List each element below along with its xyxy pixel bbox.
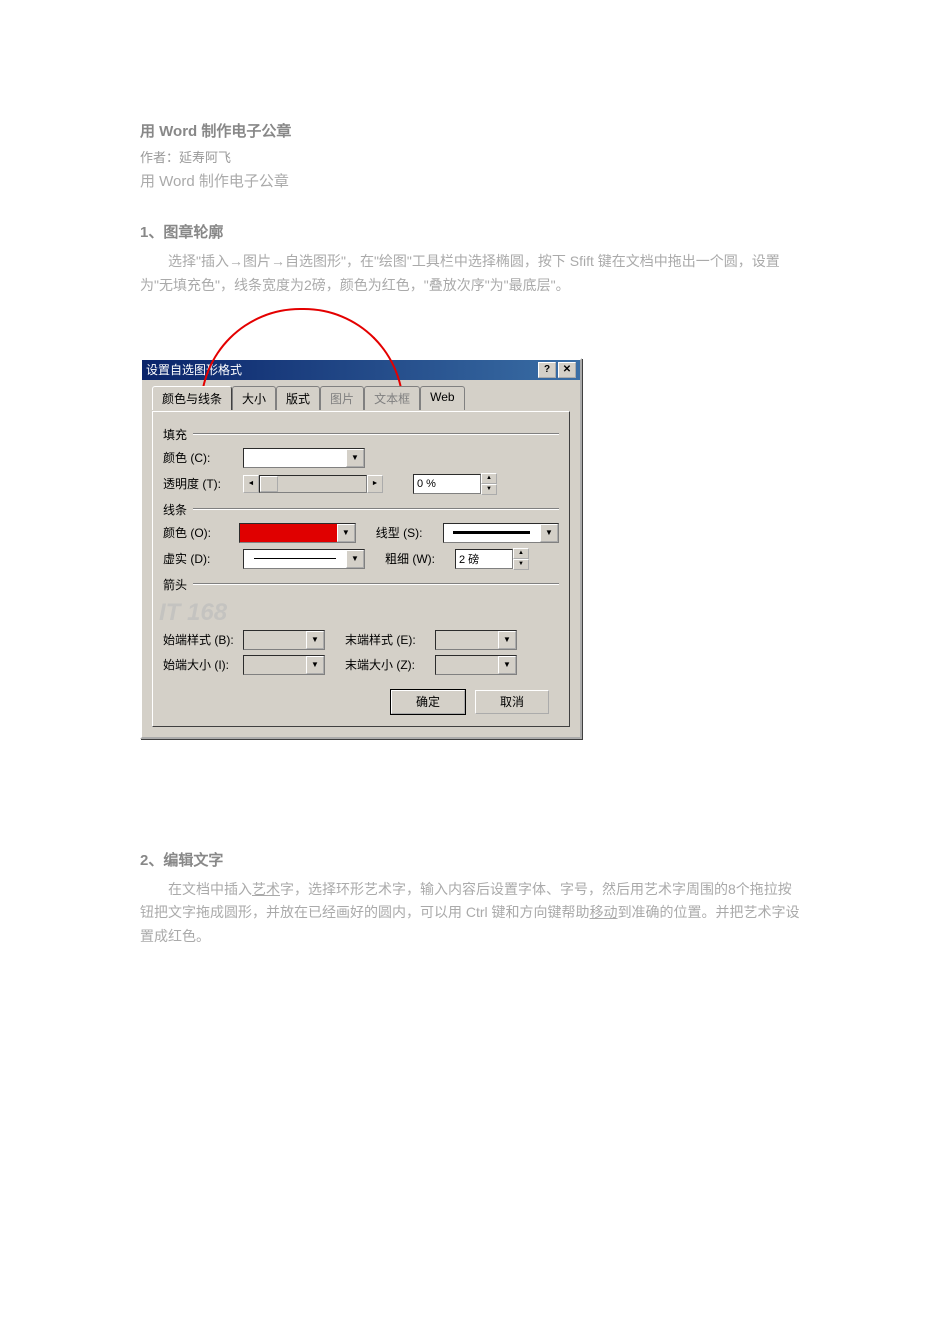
spin-down-icon[interactable]: ▼ xyxy=(513,559,529,570)
chevron-down-icon: ▼ xyxy=(306,631,324,649)
input-transparency[interactable]: 0 % xyxy=(413,474,481,494)
swatch-red xyxy=(240,524,336,542)
slider-transparency[interactable]: ◄ ► xyxy=(243,475,383,493)
swatch-thick-line xyxy=(444,524,540,542)
link-move[interactable]: 移动 xyxy=(590,904,618,920)
combo-end-style[interactable]: ▼ xyxy=(435,630,517,650)
document-page: 用 Word 制作电子公章 作者：延寿阿飞 用 Word 制作电子公章 1、图章… xyxy=(0,0,945,1337)
cancel-button[interactable]: 取消 xyxy=(475,690,549,714)
chevron-down-icon: ▼ xyxy=(498,656,516,674)
spin-up-icon[interactable]: ▲ xyxy=(513,548,529,559)
close-button[interactable]: ✕ xyxy=(558,362,576,378)
label-begin-style: 始端样式 (B): xyxy=(163,631,243,648)
tab-layout[interactable]: 版式 xyxy=(276,386,320,410)
tab-colors-lines[interactable]: 颜色与线条 xyxy=(152,386,232,410)
format-autoshape-dialog: 设置自选图形格式 ? ✕ 颜色与线条 大小 版式 图片 文本框 Web 填充 颜… xyxy=(140,358,582,739)
link-art[interactable]: 艺术 xyxy=(252,881,280,897)
label-end-size: 末端大小 (Z): xyxy=(345,656,435,673)
label-end-style: 末端样式 (E): xyxy=(345,631,435,648)
label-transparency: 透明度 (T): xyxy=(163,475,243,492)
swatch-solid-line xyxy=(244,550,346,568)
tab-web[interactable]: Web xyxy=(420,386,464,410)
spin-down-icon[interactable]: ▼ xyxy=(481,484,497,495)
combo-line-color[interactable]: ▼ xyxy=(239,523,355,543)
label-line-color: 颜色 (O): xyxy=(163,524,239,541)
group-fill: 填充 xyxy=(163,426,559,443)
label-dashed: 虚实 (D): xyxy=(163,550,243,567)
group-line: 线条 xyxy=(163,501,559,518)
slider-thumb[interactable] xyxy=(260,476,278,492)
combo-begin-size[interactable]: ▼ xyxy=(243,655,325,675)
spin-up-icon[interactable]: ▲ xyxy=(481,473,497,484)
section-2-text-a: 在文档中插入 xyxy=(168,881,252,897)
section-1-heading: 1、图章轮廓 xyxy=(140,221,805,242)
ok-button[interactable]: 确定 xyxy=(391,690,465,714)
combo-line-style[interactable]: ▼ xyxy=(443,523,559,543)
article-author: 作者：延寿阿飞 xyxy=(140,147,805,166)
tab-picture[interactable]: 图片 xyxy=(320,386,364,410)
label-weight: 粗细 (W): xyxy=(385,550,455,567)
slider-right-icon[interactable]: ► xyxy=(367,475,383,493)
section-2-heading: 2、编辑文字 xyxy=(140,849,805,870)
label-begin-size: 始端大小 (I): xyxy=(163,656,243,673)
chevron-down-icon: ▼ xyxy=(337,524,355,542)
chevron-down-icon: ▼ xyxy=(346,550,364,568)
section-2-body: 在文档中插入艺术字，选择环形艺术字，输入内容后设置字体、字号，然后用艺术字周围的… xyxy=(140,878,805,949)
watermark-text: IT 168 xyxy=(159,599,227,626)
help-button[interactable]: ? xyxy=(538,362,556,378)
tab-size[interactable]: 大小 xyxy=(232,386,276,410)
chevron-down-icon: ▼ xyxy=(306,656,324,674)
chevron-down-icon: ▼ xyxy=(346,449,364,467)
group-arrow: 箭头 xyxy=(163,576,559,593)
combo-fill-color[interactable]: ▼ xyxy=(243,448,365,468)
chevron-down-icon: ▼ xyxy=(498,631,516,649)
slider-left-icon[interactable]: ◄ xyxy=(243,475,259,493)
article-title: 用 Word 制作电子公章 xyxy=(140,120,805,141)
input-weight[interactable]: 2 磅 xyxy=(455,549,513,569)
section-1-body: 选择"插入→图片→自选图形"，在"绘图"工具栏中选择椭圆，按下 Sfift 键在… xyxy=(140,250,805,298)
combo-dashed[interactable]: ▼ xyxy=(243,549,365,569)
tab-textbox[interactable]: 文本框 xyxy=(364,386,420,410)
label-line-style: 线型 (S): xyxy=(376,524,443,541)
label-fill-color: 颜色 (C): xyxy=(163,449,243,466)
combo-end-size[interactable]: ▼ xyxy=(435,655,517,675)
chevron-down-icon: ▼ xyxy=(540,524,558,542)
article-subtitle: 用 Word 制作电子公章 xyxy=(140,170,805,191)
combo-begin-style[interactable]: ▼ xyxy=(243,630,325,650)
dialog-tabs: 颜色与线条 大小 版式 图片 文本框 Web xyxy=(152,386,570,410)
red-arc-illustration xyxy=(140,298,805,358)
